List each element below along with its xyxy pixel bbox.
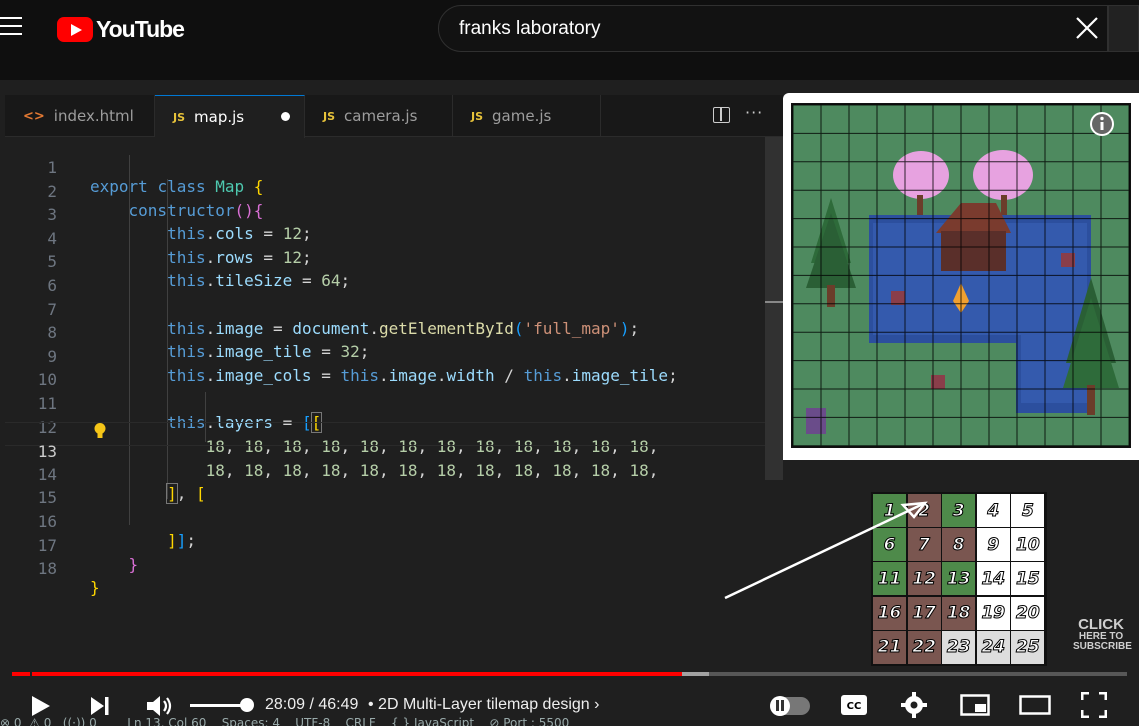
js-file-icon: JS <box>471 109 484 123</box>
code-line: 4 this.rows = 12; <box>5 210 765 267</box>
fullscreen-icon[interactable] <box>1081 692 1107 718</box>
tile-cell: 4 <box>976 494 1010 527</box>
tilemap-preview <box>783 93 1139 460</box>
search-input[interactable] <box>459 15 1039 43</box>
editor-status-bar: ⊗ 0 ⚠ 0 ((·)) 0 Ln 13, Col 60 Spaces: 4 … <box>0 716 570 726</box>
tile-cell: 19 <box>976 596 1010 630</box>
svg-text:CC: CC <box>847 701 862 712</box>
code-line: 15 <box>5 469 765 507</box>
youtube-header: YouTube <box>0 0 1139 56</box>
subscribe-line-3: SUBSCRIBE <box>1073 641 1132 652</box>
line-number: 18 <box>37 559 57 579</box>
chapter-title[interactable]: • 2D Multi-Layer tilemap design › <box>368 696 599 714</box>
youtube-play-logo-icon <box>57 17 93 42</box>
code-line-current: 13 18, 18, 18, 18, 18, 18, 18, 18, 18, 1… <box>5 422 765 480</box>
tile-cell: 9 <box>976 528 1010 562</box>
code-line: 8 this.image_tile = 32; <box>5 304 765 361</box>
settings-gear-icon[interactable] <box>901 692 927 718</box>
code-line: 10 <box>5 351 765 389</box>
js-file-icon: JS <box>323 109 336 123</box>
code-text: } <box>90 578 100 598</box>
code-line: 1 export class Map { <box>5 139 765 196</box>
captions-icon[interactable]: CC <box>840 694 868 716</box>
code-line: 6 <box>5 257 765 295</box>
logo-text: YouTube <box>96 16 185 42</box>
code-line: 12 18, 18, 18, 18, 18, 18, 18, 18, 18, 1… <box>5 399 765 456</box>
autoplay-toggle[interactable] <box>770 696 810 716</box>
tab-label: index.html <box>53 107 134 125</box>
subscribe-line-1: CLICK <box>1078 616 1124 633</box>
tab-label: map.js <box>194 108 245 126</box>
lightbulb-icon[interactable] <box>93 422 107 440</box>
editor-scrollbar[interactable] <box>765 137 783 480</box>
play-icon[interactable] <box>30 694 52 718</box>
split-editor-icon[interactable] <box>713 107 730 123</box>
tile-cell: 13 <box>942 562 976 596</box>
code-line: 2 constructor(){ <box>5 163 765 220</box>
tile-cell: 15 <box>1011 562 1045 596</box>
chapter-marker <box>30 672 32 676</box>
search-box <box>438 5 1108 52</box>
code-line: 17 } <box>5 517 765 574</box>
tilemap-image <box>791 103 1131 448</box>
next-video-icon[interactable] <box>89 696 111 716</box>
tile-cell: 24 <box>976 630 1010 664</box>
js-file-icon: JS <box>173 110 186 124</box>
tile-cell: 20 <box>1011 596 1045 630</box>
code-editor: <> index.html JS map.js JS camera.js JS … <box>5 95 783 680</box>
code-line: 16 ]]; <box>5 493 765 550</box>
code-line: 7 this.image = document.getElementById('… <box>5 281 765 338</box>
info-icon[interactable] <box>1089 111 1115 137</box>
editor-tab-bar: <> index.html JS map.js JS camera.js JS … <box>5 95 783 138</box>
scrollbar-cursor-marker <box>765 301 783 303</box>
code-line: 11 this.layers = [[ <box>5 375 765 433</box>
tile-cell: 22 <box>907 630 941 664</box>
code-line: 14 ], [ <box>5 446 765 504</box>
time-display: 28:09 / 46:49 <box>265 696 359 713</box>
tile-cell: 14 <box>976 562 1010 596</box>
progress-played <box>12 672 683 676</box>
tile-cell: 8 <box>942 528 976 562</box>
tile-cell: 3 <box>942 494 976 527</box>
search-button[interactable] <box>1108 5 1139 52</box>
html-file-icon: <> <box>23 108 45 124</box>
code-line: 3 this.cols = 12; <box>5 186 765 243</box>
tile-cell: 10 <box>1011 528 1045 562</box>
arrow-annotation <box>724 501 928 600</box>
volume-icon[interactable] <box>145 694 173 718</box>
tab-index-html[interactable]: <> index.html <box>5 95 155 137</box>
code-line: 5 this.tileSize = 64; <box>5 233 765 290</box>
chapter-title-text: • 2D Multi-Layer tilemap design <box>368 696 590 713</box>
tab-label: camera.js <box>344 107 418 125</box>
autoplay-knob <box>770 696 790 716</box>
code-line: 9 this.image_cols = this.image.width / t… <box>5 328 765 385</box>
miniplayer-icon[interactable] <box>960 694 990 716</box>
youtube-logo[interactable]: YouTube <box>57 16 185 43</box>
subscribe-watermark[interactable]: CLICK HERE TO SUBSCRIBE <box>1073 616 1132 652</box>
tile-cell: 23 <box>942 630 976 664</box>
more-actions-icon[interactable]: ··· <box>745 103 763 122</box>
tab-map-js[interactable]: JS map.js <box>155 95 305 138</box>
tab-label: game.js <box>492 107 552 125</box>
menu-icon[interactable] <box>0 17 24 37</box>
theater-mode-icon[interactable] <box>1019 695 1051 715</box>
tab-game-js[interactable]: JS game.js <box>453 95 601 137</box>
tile-cell: 21 <box>873 630 906 664</box>
code-line: 18 } <box>5 540 765 597</box>
tile-cell: 5 <box>1011 494 1045 527</box>
tile-cell: 18 <box>942 596 976 630</box>
tile-cell: 25 <box>1011 630 1045 664</box>
tab-camera-js[interactable]: JS camera.js <box>305 95 453 137</box>
volume-slider-handle[interactable] <box>240 698 254 712</box>
unsaved-dot-icon[interactable] <box>281 112 290 121</box>
close-icon[interactable] <box>1075 16 1099 40</box>
progress-bar[interactable] <box>12 672 1127 676</box>
code-area[interactable]: 1 export class Map { 2 constructor(){ 3 … <box>5 137 765 680</box>
